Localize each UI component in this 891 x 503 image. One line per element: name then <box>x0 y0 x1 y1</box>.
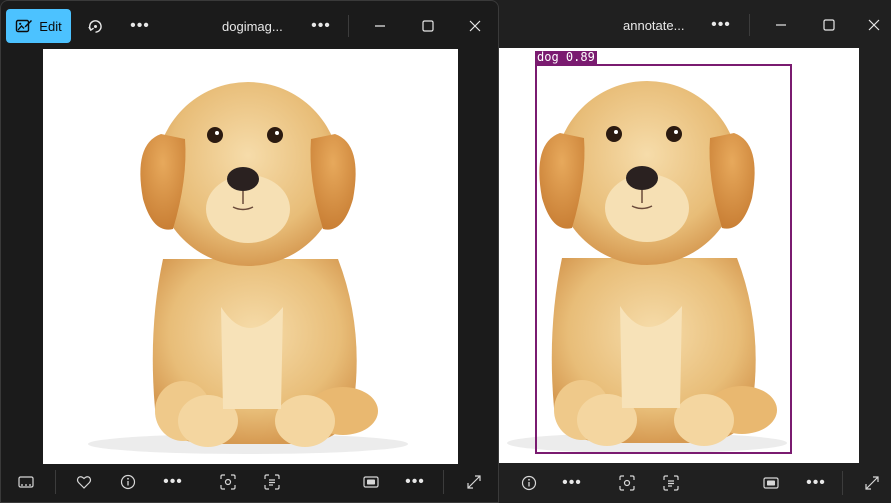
filmstrip-icon <box>18 476 34 488</box>
visual-search-button[interactable] <box>612 463 642 503</box>
detection-bounding-box <box>535 64 792 454</box>
divider <box>842 471 843 495</box>
visual-search-icon <box>220 474 236 490</box>
slideshow-button[interactable] <box>756 463 786 503</box>
bottom-toolbar: ••• ••• <box>499 463 891 503</box>
close-icon <box>868 19 880 31</box>
filmstrip-button[interactable] <box>11 462 41 502</box>
divider <box>749 14 750 36</box>
window-title: dogimag... <box>222 18 283 34</box>
scan-text-icon <box>663 475 679 491</box>
minimize-icon <box>776 24 786 26</box>
photos-window-dog-image: Edit ••• dogimag... ••• ••• ••• <box>0 0 499 503</box>
rotate-button[interactable] <box>79 9 111 43</box>
maximize-button[interactable] <box>413 9 443 43</box>
toolbar-more-button[interactable]: ••• <box>557 463 587 503</box>
more-icon: ••• <box>405 473 425 490</box>
minimize-button[interactable] <box>365 9 395 43</box>
scan-text-button[interactable] <box>257 462 287 502</box>
golden-retriever-puppy-photo <box>88 82 408 454</box>
toolbar-more-button[interactable]: ••• <box>158 462 188 502</box>
expand-icon <box>865 476 879 490</box>
file-info-button[interactable] <box>113 462 143 502</box>
edit-image-icon <box>16 19 33 33</box>
edit-button[interactable]: Edit <box>6 9 71 43</box>
more-icon: ••• <box>311 17 331 34</box>
maximize-icon <box>422 20 434 32</box>
toolbar-more-button-2[interactable]: ••• <box>801 463 831 503</box>
scan-text-icon <box>264 474 280 490</box>
rotate-icon <box>87 19 102 33</box>
image-viewer[interactable] <box>43 49 458 464</box>
title-bar[interactable]: Edit ••• dogimag... ••• <box>1 1 498 49</box>
slideshow-button[interactable] <box>356 462 386 502</box>
visual-search-icon <box>619 475 635 491</box>
maximize-button[interactable] <box>814 8 844 42</box>
info-icon <box>521 475 537 491</box>
close-button[interactable] <box>859 8 889 42</box>
slideshow-icon <box>763 477 779 489</box>
visual-search-button[interactable] <box>213 462 243 502</box>
info-icon <box>120 474 136 490</box>
more-icon: ••• <box>163 473 183 490</box>
more-icon: ••• <box>562 474 582 491</box>
divider <box>55 470 56 494</box>
more-icon: ••• <box>130 17 150 34</box>
file-info-button[interactable] <box>514 463 544 503</box>
toolbar-more-button-2[interactable]: ••• <box>400 462 430 502</box>
more-options-button[interactable]: ••• <box>124 9 156 43</box>
full-screen-button[interactable] <box>857 463 887 503</box>
more-icon: ••• <box>806 474 826 491</box>
detection-label: dog 0.89 <box>535 50 597 64</box>
title-more-button[interactable]: ••• <box>305 9 337 43</box>
full-screen-button[interactable] <box>459 462 489 502</box>
expand-icon <box>467 475 481 489</box>
close-icon <box>469 20 481 32</box>
bottom-toolbar: ••• ••• <box>1 462 498 502</box>
minimize-icon <box>375 25 385 27</box>
heart-icon <box>76 476 92 489</box>
title-more-button[interactable]: ••• <box>705 8 737 42</box>
image-viewer[interactable]: dog 0.89 <box>499 48 859 463</box>
close-button[interactable] <box>460 9 490 43</box>
more-icon: ••• <box>711 16 731 33</box>
divider <box>443 470 444 494</box>
maximize-icon <box>823 19 835 31</box>
scan-text-button[interactable] <box>656 463 686 503</box>
title-bar[interactable]: annotate... ••• <box>499 0 891 48</box>
photos-window-annotated-image: annotate... ••• dog 0.89 ••• ••• <box>499 0 891 503</box>
minimize-button[interactable] <box>766 8 796 42</box>
favorite-button[interactable] <box>69 462 99 502</box>
window-title: annotate... <box>623 17 685 33</box>
slideshow-icon <box>363 476 379 488</box>
divider <box>348 15 349 37</box>
edit-button-label: Edit <box>39 18 62 34</box>
